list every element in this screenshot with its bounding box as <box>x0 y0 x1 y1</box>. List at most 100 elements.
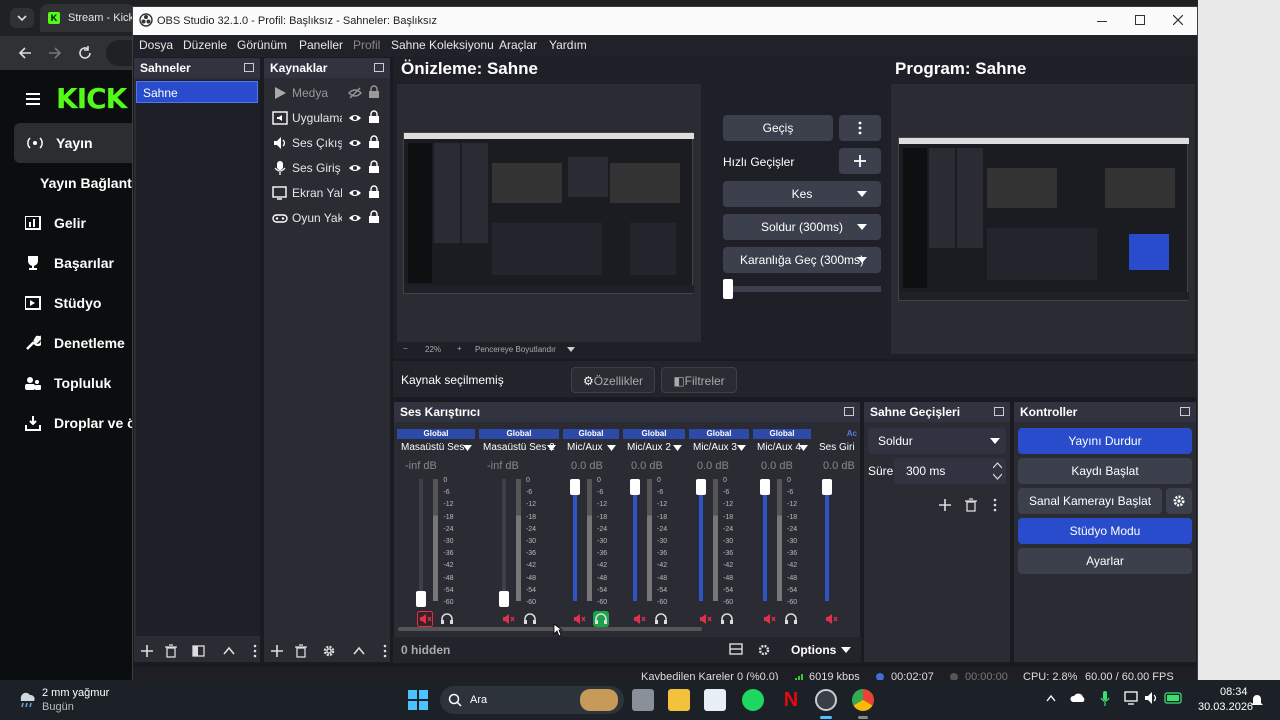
channel-name[interactable]: Mic/Aux 3 <box>693 442 737 453</box>
layout-icon[interactable] <box>729 643 743 655</box>
onedrive-icon[interactable] <box>1070 692 1086 704</box>
source-item[interactable]: Ekran Yak <box>270 181 388 205</box>
chevron-down-icon[interactable] <box>799 445 808 451</box>
microphone-icon[interactable] <box>1100 691 1110 707</box>
clock-date[interactable]: 30.03.2026 <box>1198 701 1253 713</box>
settings-button[interactable]: Ayarlar <box>1018 548 1192 574</box>
eye-icon[interactable] <box>348 111 362 125</box>
more-icon[interactable] <box>992 498 998 512</box>
gear-icon[interactable] <box>322 644 336 658</box>
hamburger-menu-icon[interactable] <box>26 92 42 106</box>
channel-name[interactable]: Masaüstü Ses <box>401 442 464 453</box>
eye-hidden-icon[interactable] <box>348 86 362 100</box>
eye-icon[interactable] <box>348 136 362 150</box>
trash-icon[interactable] <box>164 644 178 658</box>
chevron-up-icon[interactable] <box>1046 694 1056 702</box>
trash-icon[interactable] <box>294 644 308 658</box>
source-item[interactable]: Ses Çıkış Y <box>270 131 388 155</box>
menu-duzenle[interactable]: Düzenle <box>183 38 227 52</box>
advanced-audio-gear-icon[interactable] <box>757 643 771 657</box>
microsoft-store-icon[interactable] <box>704 689 726 711</box>
file-explorer-icon[interactable] <box>668 689 690 711</box>
mute-speaker-icon[interactable] <box>823 611 839 627</box>
minimize-icon[interactable] <box>1097 16 1107 26</box>
chevron-up-icon[interactable] <box>352 644 366 658</box>
headphone-monitor-icon[interactable] <box>522 611 538 627</box>
notification-bell-icon[interactable] <box>1250 694 1264 708</box>
mute-speaker-icon[interactable] <box>631 611 647 627</box>
source-item[interactable]: Uygulama <box>270 106 388 130</box>
float-dock-icon[interactable] <box>994 407 1004 416</box>
mute-speaker-icon[interactable] <box>761 611 777 627</box>
more-icon[interactable] <box>382 644 388 658</box>
menu-profil[interactable]: Profil <box>353 38 380 52</box>
headphone-monitor-icon[interactable] <box>439 611 455 627</box>
kick-logo[interactable]: KICK <box>56 82 127 115</box>
tab-list-button[interactable] <box>10 8 34 28</box>
fader-handle[interactable] <box>760 479 770 495</box>
scene-item[interactable]: Sahne <box>136 81 258 103</box>
channel-name[interactable]: Mic/Aux 4 <box>757 442 801 453</box>
volume-fader[interactable] <box>419 479 424 601</box>
channel-name[interactable]: Ses Giri <box>819 442 855 453</box>
lock-icon[interactable] <box>368 85 380 99</box>
lock-icon[interactable] <box>368 185 380 199</box>
filter-icon[interactable] <box>192 644 206 658</box>
lock-icon[interactable] <box>368 160 380 174</box>
more-icon[interactable] <box>252 644 258 658</box>
maximize-icon[interactable] <box>1135 15 1145 25</box>
eye-icon[interactable] <box>348 161 362 175</box>
float-dock-icon[interactable] <box>1180 407 1190 416</box>
lock-icon[interactable] <box>368 110 380 124</box>
fader-handle[interactable] <box>416 591 427 607</box>
menu-paneller[interactable]: Paneller <box>299 38 343 52</box>
mixer-scrollbar[interactable] <box>398 627 702 631</box>
options-menu[interactable]: Options <box>791 643 836 657</box>
source-item[interactable]: Oyun Yak <box>270 206 388 230</box>
add-icon[interactable] <box>140 644 154 658</box>
fader-handle[interactable] <box>696 479 706 495</box>
stop-streaming-button[interactable]: Yayını Durdur <box>1018 428 1192 454</box>
mute-speaker-icon[interactable] <box>697 611 713 627</box>
battery-icon[interactable] <box>1164 691 1184 705</box>
eye-icon[interactable] <box>348 186 362 200</box>
headphone-monitor-icon[interactable] <box>653 611 669 627</box>
chevron-down-icon[interactable] <box>673 445 682 451</box>
chevron-down-icon[interactable] <box>463 445 472 451</box>
fader-handle[interactable] <box>822 479 832 495</box>
studio-mode-button[interactable]: Stüdyo Modu <box>1018 518 1192 544</box>
volume-fader[interactable] <box>763 479 767 601</box>
fader-handle[interactable] <box>570 479 580 495</box>
task-view-icon[interactable] <box>632 689 654 711</box>
lock-icon[interactable] <box>368 210 380 224</box>
duration-spinbox[interactable]: 300 ms <box>894 458 1006 484</box>
lock-icon[interactable] <box>368 135 380 149</box>
start-recording-button[interactable]: Kaydı Başlat <box>1018 458 1192 484</box>
mute-speaker-icon[interactable] <box>571 611 587 627</box>
fader-handle[interactable] <box>630 479 640 495</box>
forward-arrow-icon[interactable] <box>46 44 64 62</box>
chevron-down-icon[interactable] <box>607 445 616 451</box>
float-dock-icon[interactable] <box>374 63 384 72</box>
start-virtual-camera-button[interactable]: Sanal Kamerayı Başlat <box>1018 488 1162 514</box>
channel-name[interactable]: Masaüstü Ses 2 <box>483 442 555 453</box>
volume-fader[interactable] <box>825 479 829 601</box>
channel-name[interactable]: Mic/Aux 2 <box>627 442 671 453</box>
close-icon[interactable] <box>1173 15 1183 25</box>
trash-icon[interactable] <box>964 498 978 512</box>
fader-handle[interactable] <box>498 591 509 607</box>
back-arrow-icon[interactable] <box>16 44 34 62</box>
float-dock-icon[interactable] <box>244 63 254 72</box>
headphone-monitor-icon[interactable] <box>593 611 609 627</box>
mute-speaker-icon[interactable] <box>417 611 434 627</box>
menu-gorunum[interactable]: Görünüm <box>237 38 287 52</box>
chevron-down-icon[interactable] <box>547 445 556 451</box>
volume-icon[interactable] <box>1144 691 1160 705</box>
spotify-icon[interactable] <box>742 689 764 711</box>
reload-icon[interactable] <box>76 44 94 62</box>
add-icon[interactable] <box>270 644 284 658</box>
virtual-camera-settings-button[interactable] <box>1166 488 1192 514</box>
transition-select[interactable]: Soldur <box>868 428 1006 454</box>
add-icon[interactable] <box>938 498 952 512</box>
volume-fader[interactable] <box>633 479 637 601</box>
